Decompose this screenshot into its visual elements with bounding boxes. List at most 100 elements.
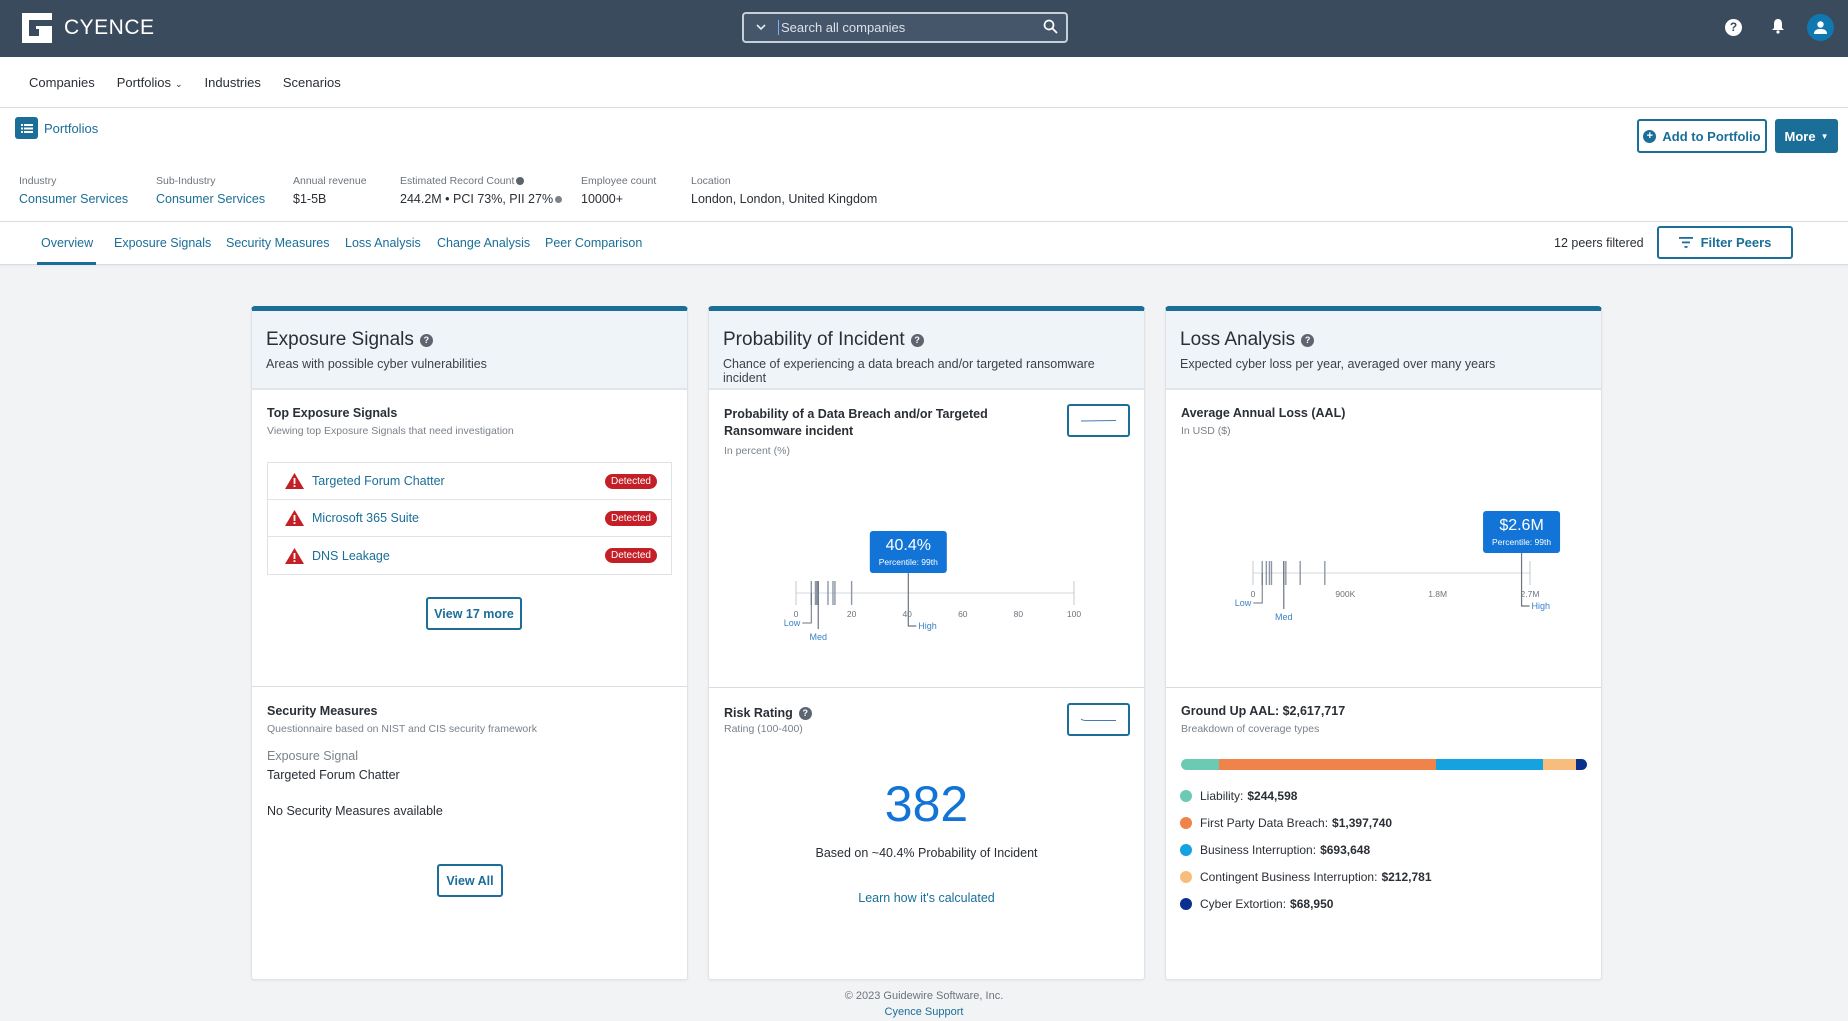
tab-change-analysis[interactable]: Change Analysis (437, 236, 530, 250)
help-icon[interactable]: ? (1725, 19, 1742, 36)
fact-value: London, London, United Kingdom (691, 192, 878, 206)
ground-up-aal-title: Ground Up AAL: $2,617,717 (1181, 704, 1346, 718)
status-badge: Detected (604, 548, 657, 563)
exposure-signal-value: Targeted Forum Chatter (267, 768, 400, 782)
tab-loss-analysis[interactable]: Loss Analysis (345, 236, 421, 250)
card-subtitle: Expected cyber loss per year, averaged o… (1180, 357, 1496, 371)
legend-value: $68,950 (1290, 897, 1334, 911)
help-icon[interactable]: ? (798, 706, 812, 720)
signal-name-link[interactable]: Targeted Forum Chatter (312, 474, 605, 488)
list-item[interactable]: Microsoft 365 Suite Detected (268, 500, 671, 537)
tab-overview[interactable]: Overview (41, 236, 93, 250)
view-more-signals-button[interactable]: View 17 more (426, 597, 522, 630)
no-measures-message: No Security Measures available (267, 804, 443, 818)
info-icon[interactable] (516, 177, 525, 186)
filter-peers-label: Filter Peers (1700, 235, 1772, 250)
breadcrumb[interactable]: Portfolios (15, 117, 98, 139)
fact-value: 244.2M • PCI 73%, PII 27% (400, 192, 581, 206)
help-icon[interactable]: ? (910, 333, 924, 347)
legend-item-first-party-data-breach: First Party Data Breach: $1,397,740 (1180, 816, 1392, 830)
card-header: Probability of Incident? Chance of exper… (709, 311, 1144, 390)
sub-industry-link[interactable]: Consumer Services (156, 192, 293, 206)
add-to-portfolio-label: Add to Portfolio (1662, 128, 1761, 144)
list-item[interactable]: DNS Leakage Detected (268, 537, 671, 574)
chevron-down-icon[interactable] (756, 22, 770, 34)
loss-analysis-card: Loss Analysis? Expected cyber loss per y… (1165, 306, 1602, 980)
risk-rating-subtitle: Rating (100-400) (724, 723, 803, 735)
card-title: Exposure Signals? (266, 329, 673, 351)
fact-label: Employee count (581, 175, 657, 187)
nav-companies[interactable]: Companies (29, 75, 95, 90)
probability-of-incident-card: Probability of Incident? Chance of exper… (708, 306, 1145, 980)
chevron-down-icon: ⌄ (174, 78, 183, 89)
nav-portfolios[interactable]: Portfolios ⌄ (117, 75, 183, 90)
filter-peers-button[interactable]: Filter Peers (1657, 226, 1793, 259)
user-avatar[interactable] (1807, 14, 1834, 41)
tooltip-value: 40.4% (886, 537, 931, 554)
status-badge: Detected (604, 473, 657, 489)
search-input[interactable]: Search all companies (778, 20, 1043, 35)
risk-trend-sparkline-button[interactable] (1067, 703, 1130, 736)
sparkline-icon (1080, 718, 1116, 721)
more-label: More (1784, 128, 1816, 144)
list-icon (15, 117, 38, 139)
view-all-button[interactable]: View All (437, 864, 503, 897)
fact-label: Sub-Industry (156, 175, 216, 187)
support-link[interactable]: Cyence Support (0, 1006, 1848, 1018)
bell-icon[interactable] (1771, 18, 1785, 37)
tab-peer-comparison[interactable]: Peer Comparison (545, 236, 642, 250)
nav-industries[interactable]: Industries (205, 75, 261, 90)
tab-security-measures[interactable]: Security Measures (226, 236, 330, 250)
chart-title: Average Annual Loss (AAL) (1181, 406, 1346, 420)
help-icon[interactable]: ? (419, 333, 433, 347)
tooltip-percentile: Percentile: 99th (879, 557, 938, 567)
record-count-value: 244.2M • PCI 73%, PII 27% (400, 192, 554, 206)
fact-industry: Industry Consumer Services (19, 175, 156, 206)
search-icon[interactable] (1043, 19, 1058, 37)
learn-calculation-link[interactable]: Learn how it's calculated (709, 891, 1144, 905)
sparkline-icon (1080, 420, 1117, 422)
high-label: High (918, 621, 937, 631)
tab-exposure-signals[interactable]: Exposure Signals (114, 236, 211, 250)
axis-tick-label: 80 (1014, 609, 1024, 619)
industry-link[interactable]: Consumer Services (19, 192, 156, 206)
legend-dot (1180, 790, 1192, 802)
plus-circle-icon: + (1643, 129, 1657, 143)
coverage-bar-segment (1576, 759, 1587, 770)
chart-unit: In percent (%) (724, 445, 790, 457)
section-title: Top Exposure Signals (267, 406, 398, 420)
section-subtitle: Viewing top Exposure Signals that need i… (267, 425, 514, 437)
active-tab-indicator (37, 262, 96, 265)
trend-sparkline-button[interactable] (1067, 404, 1130, 437)
breadcrumb-portfolios[interactable]: Portfolios (44, 121, 98, 136)
axis-tick-label: 2.7M (1521, 589, 1540, 599)
fact-value: 10000+ (581, 192, 624, 206)
probability-distribution-chart: 0 20 40 60 80 100LowMedHigh40.4%Percentile: 9… (784, 531, 1081, 642)
logo[interactable]: CYENCE (22, 13, 155, 43)
fact-record-count: Estimated Record Count 244.2M • PCI 73%,… (400, 175, 581, 206)
signal-name-link[interactable]: DNS Leakage (312, 549, 605, 563)
nav-scenarios[interactable]: Scenarios (283, 75, 341, 90)
info-icon[interactable] (555, 196, 563, 204)
legend-dot (1180, 817, 1192, 829)
chart-title: Probability of a Data Breach and/or Targ… (724, 407, 988, 438)
help-icon[interactable]: ? (1301, 333, 1315, 347)
add-to-portfolio-button[interactable]: + Add to Portfolio (1637, 119, 1767, 153)
company-search[interactable]: Search all companies (742, 12, 1068, 43)
ground-up-aal-subtitle: Breakdown of coverage types (1181, 723, 1320, 735)
more-button[interactable]: More ▼ (1775, 119, 1838, 153)
fact-label: Annual revenue (293, 175, 367, 187)
coverage-bar-segment (1543, 759, 1577, 770)
axis-tick-label: 0 (1251, 589, 1256, 599)
low-leader-line (802, 593, 812, 624)
legend-label: First Party Data Breach: (1200, 816, 1329, 830)
section-subtitle: Questionnaire based on NIST and CIS secu… (267, 723, 538, 735)
legend-item-business-interruption: Business Interruption: $693,648 (1180, 843, 1370, 857)
nav-portfolios-label: Portfolios (116, 74, 171, 90)
list-item[interactable]: Targeted Forum Chatter Detected (268, 463, 671, 500)
section-divider (1166, 687, 1601, 688)
legend-item-cyber-extortion: Cyber Extortion: $68,950 (1180, 897, 1333, 911)
signal-name-link[interactable]: Microsoft 365 Suite (312, 511, 605, 525)
coverage-bar-segment (1435, 759, 1544, 770)
legend-item-liability: Liability: $244,598 (1180, 789, 1297, 803)
